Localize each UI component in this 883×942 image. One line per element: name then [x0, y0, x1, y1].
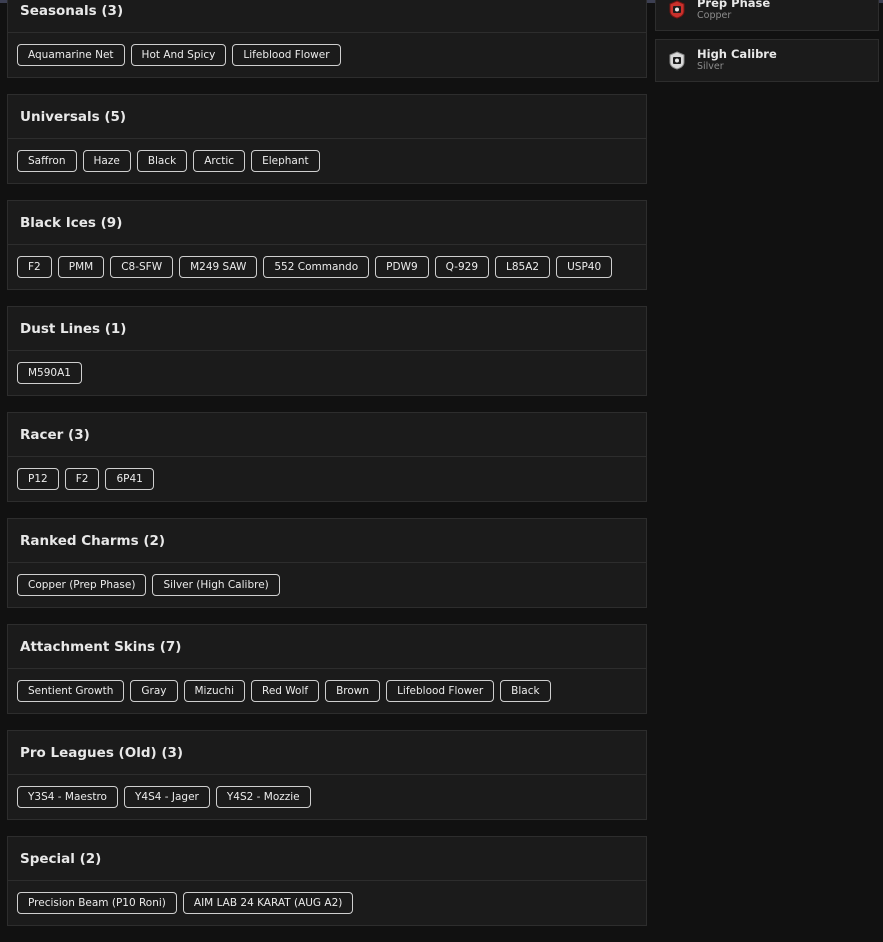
skin-tag-button[interactable]: Gray: [130, 680, 178, 702]
skin-tag-button[interactable]: Y4S4 - Jager: [123, 786, 210, 808]
skin-tag-button[interactable]: M249 SAW: [179, 256, 258, 278]
ranked-charms-sidebar: Prep Phase Copper High Calibre Silver: [655, 0, 879, 90]
charm-title: High Calibre: [697, 47, 777, 61]
skin-section-card: Special (2) Precision Beam (P10 Roni) AIM …: [7, 836, 647, 926]
skin-section-card: Seasonals (3) Aquamarine Net Hot And Spicy…: [7, 0, 647, 78]
skin-tag-button[interactable]: 552 Commando: [263, 256, 370, 278]
skin-sections-column: Seasonals (3) Aquamarine Net Hot And Spicy…: [7, 0, 647, 942]
skin-section-card: Black Ices (9) F2 PMM C8-SFW M249 SAW 552 Com…: [7, 200, 647, 290]
skin-tag-button[interactable]: Sentient Growth: [17, 680, 125, 702]
skin-tag-button[interactable]: Y3S4 - Maestro: [17, 786, 118, 808]
skin-tag-button[interactable]: Aquamarine Net: [17, 44, 125, 66]
section-title: Universals (5): [8, 95, 646, 139]
skin-section-card: Attachment Skins (7) Sentient Growth Gray M…: [7, 624, 647, 714]
charm-rank: Silver: [697, 61, 724, 72]
section-title: Racer (3): [8, 413, 646, 457]
skin-tag-button[interactable]: PDW9: [375, 256, 429, 278]
section-title: Special (2): [8, 837, 646, 881]
section-item-list: F2 PMM C8-SFW M249 SAW 552 Commando PDW9 Q-929…: [8, 245, 646, 289]
section-title: Seasonals (3): [8, 0, 646, 33]
section-title: Dust Lines (1): [8, 307, 646, 351]
skin-tag-button[interactable]: F2: [64, 468, 100, 490]
skin-tag-button[interactable]: F2: [17, 256, 52, 278]
skin-tag-button[interactable]: Copper (Prep Phase): [17, 574, 147, 596]
skin-section-card: Universals (5) Saffron Haze Black Arctic Elep…: [7, 94, 647, 184]
skin-tag-button[interactable]: Lifeblood Flower: [386, 680, 495, 702]
skin-tag-button[interactable]: C8-SFW: [110, 256, 174, 278]
skin-tag-button[interactable]: Red Wolf: [251, 680, 320, 702]
section-title: Pro Leagues (Old) (3): [8, 731, 646, 775]
skin-tag-button[interactable]: Mizuchi: [183, 680, 245, 702]
charm-card-prep-phase[interactable]: Prep Phase Copper: [655, 0, 879, 31]
skin-tag-button[interactable]: Precision Beam (P10 Roni): [17, 892, 177, 914]
skin-tag-button[interactable]: Black: [500, 680, 551, 702]
skin-tag-button[interactable]: Y4S2 - Mozzie: [215, 786, 311, 808]
section-item-list: Y3S4 - Maestro Y4S4 - Jager Y4S2 - Mozzie: [8, 775, 646, 819]
skin-tag-button[interactable]: Silver (High Calibre): [152, 574, 280, 596]
section-item-list: Sentient Growth Gray Mizuchi Red Wolf Brown L…: [8, 669, 646, 713]
charm-title: Prep Phase: [697, 0, 771, 10]
charm-card-high-calibre[interactable]: High Calibre Silver: [655, 39, 879, 82]
skin-tag-button[interactable]: Haze: [82, 150, 131, 172]
skin-tag-button[interactable]: M590A1: [17, 362, 82, 384]
skin-tag-button[interactable]: 6P41: [105, 468, 154, 490]
copper-rank-badge-icon: [668, 0, 686, 20]
section-title: Black Ices (9): [8, 201, 646, 245]
skin-section-card: Dust Lines (1) M590A1: [7, 306, 647, 396]
charm-rank: Copper: [697, 10, 732, 21]
skin-section-card: Racer (3) P12 F2 6P41: [7, 412, 647, 502]
skin-tag-button[interactable]: Black: [136, 150, 188, 172]
section-item-list: Precision Beam (P10 Roni) AIM LAB 24 KARA…: [8, 881, 646, 925]
skin-tag-button[interactable]: Saffron: [17, 150, 77, 172]
skin-tag-button[interactable]: Arctic: [193, 150, 246, 172]
skin-tag-button[interactable]: L85A2: [495, 256, 551, 278]
skin-tag-button[interactable]: P12: [17, 468, 59, 490]
skin-tag-button[interactable]: Hot And Spicy: [130, 44, 227, 66]
skin-section-card: Ranked Charms (2) Copper (Prep Phase) Silv…: [7, 518, 647, 608]
section-title: Attachment Skins (7): [8, 625, 646, 669]
section-title: Ranked Charms (2): [8, 519, 646, 563]
skin-tag-button[interactable]: PMM: [57, 256, 105, 278]
skin-tag-button[interactable]: Lifeblood Flower: [232, 44, 341, 66]
skin-tag-button[interactable]: Q-929: [434, 256, 490, 278]
section-item-list: Aquamarine Net Hot And Spicy Lifeblood Flo…: [8, 33, 646, 77]
skin-section-card: Pro Leagues (Old) (3) Y3S4 - Maestro Y4S4 …: [7, 730, 647, 820]
section-item-list: Copper (Prep Phase) Silver (High Calibre): [8, 563, 646, 607]
skin-tag-button[interactable]: Elephant: [251, 150, 320, 172]
silver-rank-badge-icon: [668, 51, 686, 71]
section-item-list: Saffron Haze Black Arctic Elephant: [8, 139, 646, 183]
skin-tag-button[interactable]: AIM LAB 24 KARAT (AUG A2): [182, 892, 354, 914]
skin-tag-button[interactable]: Brown: [325, 680, 381, 702]
section-item-list: P12 F2 6P41: [8, 457, 646, 501]
skin-tag-button[interactable]: USP40: [556, 256, 613, 278]
section-item-list: M590A1: [8, 351, 646, 395]
